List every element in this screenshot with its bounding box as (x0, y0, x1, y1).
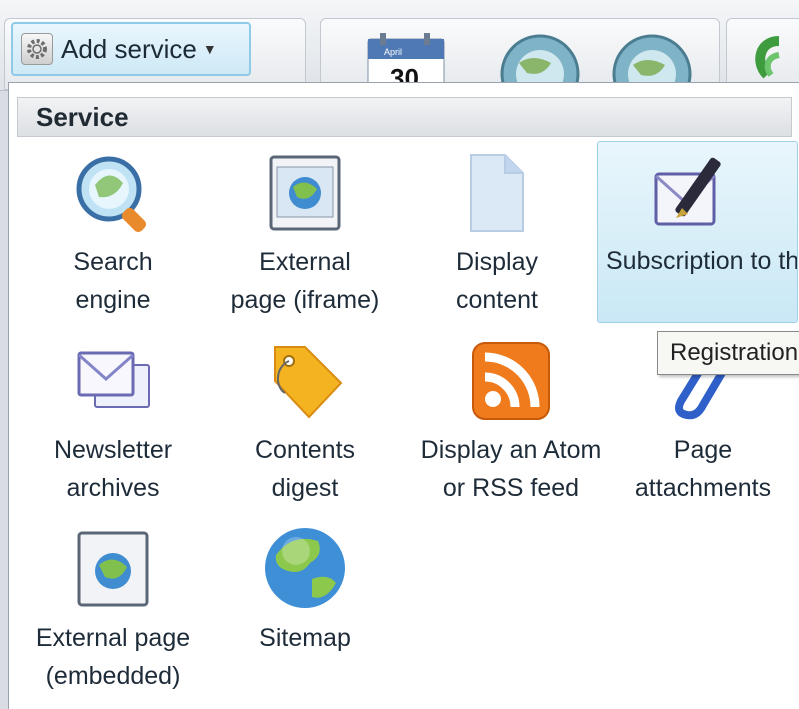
service-label: Subscription to the newsletter (606, 247, 798, 275)
service-newsletter-archives[interactable]: Newsletter archives (19, 331, 207, 513)
toolbar: April 30 Add service ▼ (0, 0, 799, 93)
chevron-down-icon: ▼ (202, 41, 217, 57)
service-external-page-iframe[interactable]: External page (iframe) (211, 143, 399, 325)
document-icon (470, 154, 524, 232)
calendar-icon[interactable]: April 30 (366, 33, 446, 89)
service-label: Contents digest (254, 436, 356, 502)
service-label: Display content (455, 248, 538, 314)
tag-icon (274, 346, 343, 419)
service-label: Newsletter archives (53, 436, 173, 502)
service-contents-digest[interactable]: Contents digest (211, 331, 399, 513)
service-label: External page (iframe) (230, 248, 380, 314)
service-label: Page attachments (634, 436, 772, 502)
service-search-engine[interactable]: Search engine (19, 143, 207, 325)
service-panel: Service Search engine External page (ifr… (8, 82, 799, 709)
magnifier-icon (76, 156, 147, 233)
envelopes-icon (77, 351, 150, 408)
newsletter-pen-icon (654, 157, 721, 226)
panel-title: Service (17, 97, 792, 137)
service-atom-rss-feed[interactable]: Display an Atom or RSS feed (403, 331, 619, 513)
service-newsletter-subscription[interactable]: Subscription to the newsletter (597, 141, 798, 323)
service-label: Sitemap (259, 624, 351, 652)
service-sitemap[interactable]: Sitemap (211, 519, 399, 701)
rss-icon (472, 342, 550, 420)
add-service-label: Add service (61, 33, 197, 64)
globe-icon (265, 528, 345, 608)
toolbar-group-extra (726, 18, 799, 90)
gear-icon (21, 33, 53, 65)
add-service-button[interactable]: Add service ▼ (11, 22, 251, 76)
external-page-icon (269, 155, 341, 231)
service-label: Display an Atom or RSS feed (420, 436, 602, 502)
embedded-page-icon (77, 531, 149, 607)
tooltip: Registration (657, 331, 799, 375)
service-label: External page (embedded) (35, 624, 191, 690)
service-label: Search engine (73, 248, 153, 314)
service-display-content[interactable]: Display content (403, 143, 591, 325)
service-external-page-embedded[interactable]: External page (embedded) (19, 519, 207, 701)
svg-text:April: April (384, 47, 402, 57)
toolbar-group-widgets: April 30 (320, 18, 720, 93)
